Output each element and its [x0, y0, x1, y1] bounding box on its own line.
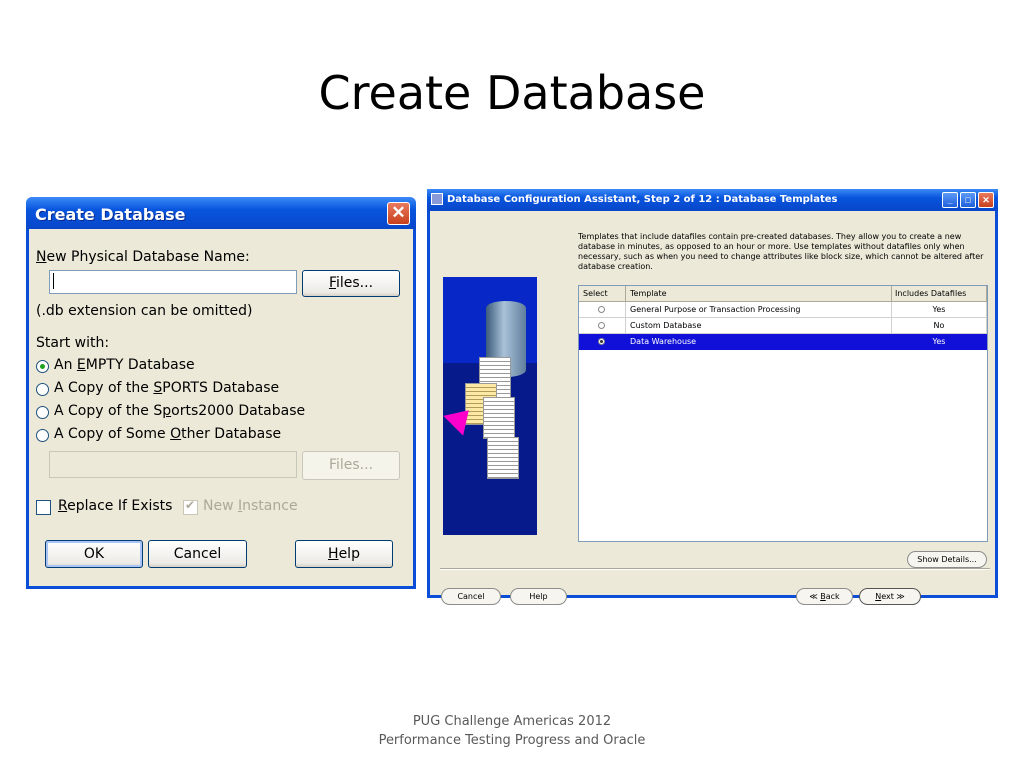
back-arrow-icon: ≪: [809, 592, 818, 601]
close-icon[interactable]: ✕: [387, 202, 410, 225]
slide-title: Create Database: [318, 66, 706, 120]
maximize-icon[interactable]: □: [960, 192, 976, 208]
help-button[interactable]: Help: [510, 588, 567, 605]
radio-button[interactable]: [36, 406, 49, 419]
select-cell: [579, 302, 626, 318]
checkbox[interactable]: ✔: [183, 498, 198, 515]
replace-label: Replace If Exists: [58, 498, 173, 514]
document-icon: [483, 397, 515, 439]
files-button-disabled[interactable]: Files...: [302, 451, 400, 480]
text-cursor: [53, 273, 54, 289]
next-arrow-icon: ≫: [896, 592, 905, 601]
checkmark-icon: ✔: [185, 498, 196, 512]
name-label: New Physical Database Name:: [36, 249, 250, 265]
select-cell: [579, 334, 626, 350]
radio-button[interactable]: [598, 322, 605, 329]
window-title: Database Configuration Assistant, Step 2…: [447, 194, 838, 205]
files-button[interactable]: Files...: [302, 270, 400, 297]
dialog-titlebar[interactable]: Create Database ✕: [26, 197, 416, 229]
option-label: A Copy of the Sports2000 Database: [54, 403, 306, 419]
create-database-dialog: Create Database ✕ New Physical Database …: [26, 197, 416, 589]
new-instance-label: New Instance: [203, 498, 298, 514]
table-header: Select Template Includes Datafiles: [579, 286, 987, 302]
other-database-input[interactable]: [49, 451, 297, 478]
cancel-button[interactable]: Cancel: [441, 588, 501, 605]
dialog-title: Create Database: [35, 205, 186, 224]
document-icon: [487, 437, 519, 479]
close-icon[interactable]: ✕: [978, 192, 994, 208]
option-label: A Copy of Some Other Database: [54, 426, 282, 442]
divider: [440, 568, 990, 570]
start-with-label: Start with:: [36, 335, 110, 351]
template-cell: General Purpose or Transaction Processin…: [626, 302, 892, 318]
includes-cell: No: [892, 318, 987, 334]
back-button[interactable]: ≪ Back: [796, 588, 853, 605]
show-details-button[interactable]: Show Details...: [907, 551, 987, 568]
radio-button[interactable]: [36, 383, 49, 396]
option-label: A Copy of the SPORTS Database: [54, 380, 280, 396]
checkbox[interactable]: [36, 500, 51, 515]
database-name-input[interactable]: [49, 270, 297, 294]
window-body: Templates that include datafiles contain…: [430, 211, 995, 605]
radio-button[interactable]: [598, 306, 605, 313]
includes-cell: Yes: [892, 334, 987, 350]
column-header-includes-datafiles: Includes Datafiles: [892, 286, 987, 302]
option-label: An EMPTY Database: [54, 357, 195, 373]
templates-description: Templates that include datafiles contain…: [578, 232, 984, 271]
minimize-icon[interactable]: _: [942, 192, 958, 208]
footer-line-2: Performance Testing Progress and Oracle: [378, 733, 646, 748]
radio-button[interactable]: [598, 338, 605, 345]
includes-cell: Yes: [892, 302, 987, 318]
table-row[interactable]: General Purpose or Transaction Processin…: [579, 302, 987, 318]
app-icon: [431, 193, 443, 205]
database-illustration: [443, 277, 537, 535]
dialog-body: New Physical Database Name: Files... (.d…: [29, 229, 413, 586]
next-button[interactable]: Next ≫: [859, 588, 921, 605]
templates-table: Select Template Includes Datafiles Gener…: [578, 285, 988, 542]
radio-button[interactable]: [36, 360, 49, 373]
table-row-selected[interactable]: Data Warehouse Yes: [579, 334, 987, 350]
window-titlebar[interactable]: Database Configuration Assistant, Step 2…: [427, 189, 998, 211]
slide-footer: PUG Challenge Americas 2012 Performance …: [0, 712, 1024, 750]
radio-button[interactable]: [36, 429, 49, 442]
template-cell: Data Warehouse: [626, 334, 892, 350]
cancel-button[interactable]: Cancel: [148, 540, 247, 568]
dbca-window: Database Configuration Assistant, Step 2…: [427, 189, 998, 605]
column-header-select: Select: [579, 286, 626, 302]
table-row[interactable]: Custom Database No: [579, 318, 987, 334]
select-cell: [579, 318, 626, 334]
help-button[interactable]: Help: [295, 540, 393, 568]
column-header-template: Template: [626, 286, 892, 302]
template-cell: Custom Database: [626, 318, 892, 334]
extension-note: (.db extension can be omitted): [36, 303, 253, 319]
footer-line-1: PUG Challenge Americas 2012: [412, 714, 612, 729]
ok-button[interactable]: OK: [45, 540, 143, 568]
